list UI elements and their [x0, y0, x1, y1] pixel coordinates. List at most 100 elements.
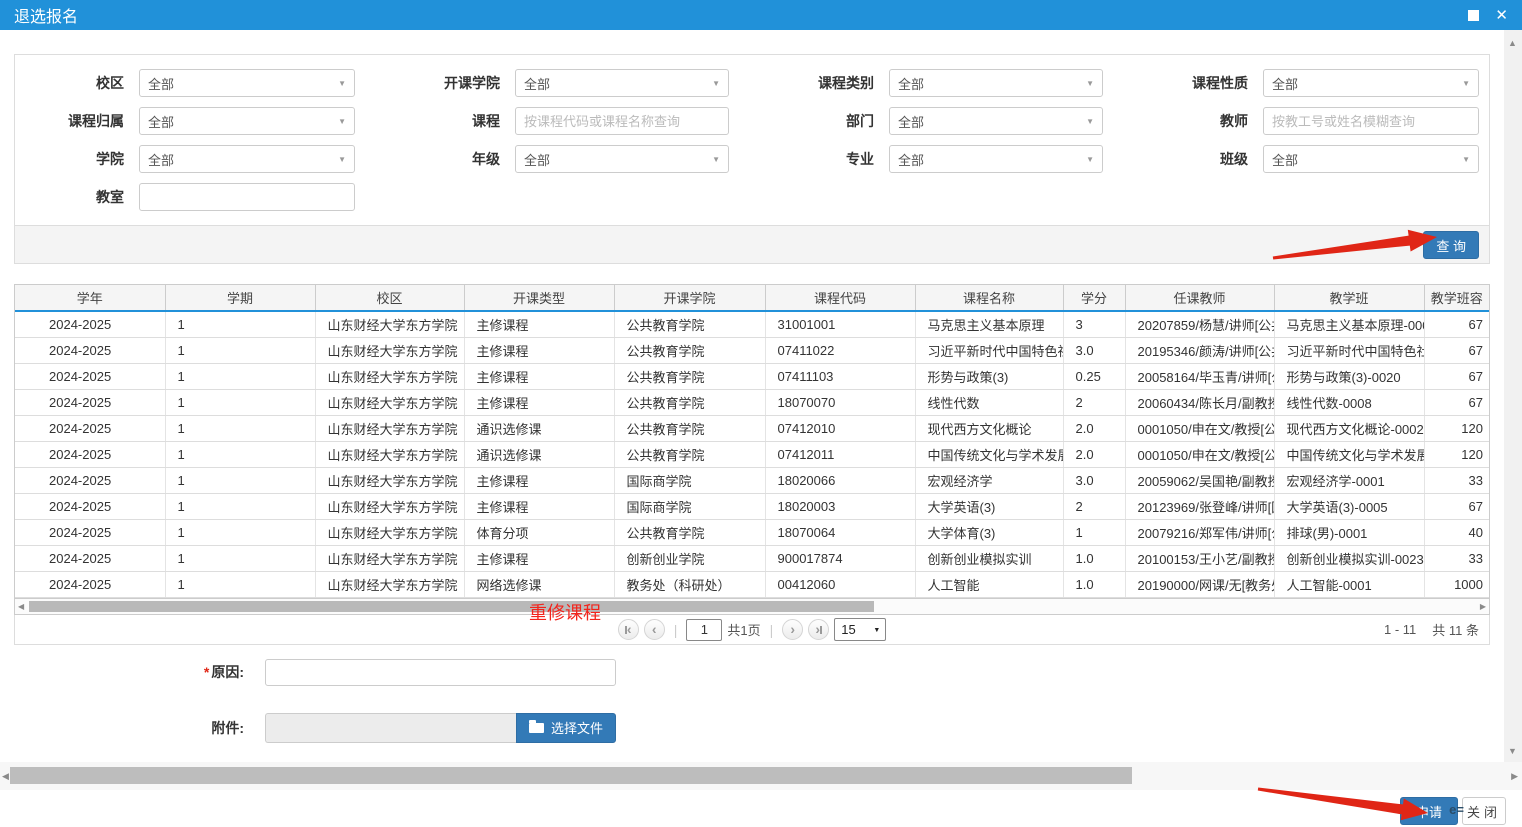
table-cell-xuefen: 2.0 — [1063, 441, 1125, 467]
filter-select-class[interactable]: 全部▼ — [1263, 145, 1479, 173]
filter-select-college[interactable]: 全部▼ — [139, 145, 355, 173]
folder-icon — [529, 723, 544, 733]
filter-input-course[interactable] — [515, 107, 729, 135]
table-cell-kcmc: 人工智能 — [915, 571, 1063, 597]
table-cell-xiaoqu: 山东财经大学东方学院 — [315, 415, 464, 441]
filter-label-grade: 年级 — [355, 149, 515, 169]
table-cell-kcdm: 07411022 — [765, 337, 915, 363]
column-header-xuenian[interactable]: 学年 — [15, 285, 165, 311]
grid-horizontal-scrollbar[interactable]: ◀ ▶ — [15, 598, 1489, 614]
table-row[interactable]: 2024-20251山东财经大学东方学院主修课程公共教育学院07411103形势… — [15, 363, 1489, 389]
table-cell-xuefen: 2 — [1063, 493, 1125, 519]
scroll-down-icon[interactable]: ▼ — [1508, 746, 1517, 756]
filter-select-major[interactable]: 全部▼ — [889, 145, 1103, 173]
table-cell-jxb: 大学英语(3)-0005 — [1274, 493, 1424, 519]
table-row[interactable]: 2024-20251山东财经大学东方学院通识选修课公共教育学院07412010现… — [15, 415, 1489, 441]
scroll-up-icon[interactable]: ▲ — [1508, 38, 1517, 48]
table-cell-rkjs: 20195346/颜涛/讲师[公共 — [1125, 337, 1274, 363]
filter-input-classroom[interactable] — [139, 183, 355, 211]
dialog-vertical-scrollbar[interactable]: ▲ ▼ — [1504, 30, 1522, 762]
choose-file-button[interactable]: 选择文件 — [516, 713, 616, 743]
table-cell-jxb: 排球(男)-0001 — [1274, 519, 1424, 545]
column-header-xiaoqu[interactable]: 校区 — [315, 285, 464, 311]
table-cell-rkjs: 20079216/郑军伟/讲师[公 — [1125, 519, 1274, 545]
chevron-down-icon: ▼ — [1462, 155, 1470, 164]
query-button[interactable]: 查 询 — [1423, 231, 1479, 259]
table-row[interactable]: 2024-20251山东财经大学东方学院主修课程公共教育学院18070070线性… — [15, 389, 1489, 415]
close-button[interactable]: 关闭 — [1462, 797, 1506, 825]
page-number-input[interactable] — [686, 619, 722, 641]
restore-icon[interactable] — [1468, 10, 1479, 21]
filter-select-grade[interactable]: 全部▼ — [515, 145, 729, 173]
table-cell-jxbrl: 120 — [1424, 441, 1489, 467]
filter-select-campus[interactable]: 全部▼ — [139, 69, 355, 97]
table-row[interactable]: 2024-20251山东财经大学东方学院体育分项公共教育学院18070064大学… — [15, 519, 1489, 545]
page-size-select[interactable]: 15 ▼ — [834, 618, 886, 641]
filter-select-value-course-category: 全部 — [898, 74, 924, 93]
table-cell-kklx: 通识选修课 — [464, 415, 614, 441]
pager-prev-button[interactable]: ‹ — [644, 619, 665, 640]
table-cell-xueqi: 1 — [165, 389, 315, 415]
table-cell-xueqi: 1 — [165, 467, 315, 493]
filter-select-offering-college[interactable]: 全部▼ — [515, 69, 729, 97]
filter-select-course-nature[interactable]: 全部▼ — [1263, 69, 1479, 97]
table-row[interactable]: 2024-20251山东财经大学东方学院主修课程公共教育学院07411022习近… — [15, 337, 1489, 363]
table-row[interactable]: 2024-20251山东财经大学东方学院主修课程创新创业学院900017874创… — [15, 545, 1489, 571]
table-cell-kklx: 主修课程 — [464, 337, 614, 363]
table-cell-rkjs: 0001050/申在文/教授[公 — [1125, 441, 1274, 467]
pager-first-button[interactable]: ‹ — [618, 619, 639, 640]
table-cell-kkxy: 公共教育学院 — [614, 311, 765, 337]
column-header-kcmc[interactable]: 课程名称 — [915, 285, 1063, 311]
table-cell-kklx: 主修课程 — [464, 545, 614, 571]
chevron-down-icon: ▼ — [338, 155, 346, 164]
table-cell-xiaoqu: 山东财经大学东方学院 — [315, 545, 464, 571]
table-cell-rkjs: 20207859/杨慧/讲师[公共 — [1125, 311, 1274, 337]
table-cell-xueqi: 1 — [165, 519, 315, 545]
grid-scrollbar-thumb[interactable] — [29, 601, 874, 612]
table-row[interactable]: 2024-20251山东财经大学东方学院主修课程国际商学院18020003大学英… — [15, 493, 1489, 519]
scroll-left-icon[interactable]: ◀ — [2, 771, 9, 782]
reason-input[interactable] — [265, 659, 616, 686]
column-header-kcdm[interactable]: 课程代码 — [765, 285, 915, 311]
filter-select-department[interactable]: 全部▼ — [889, 107, 1103, 135]
column-header-jxbrl[interactable]: 教学班容 — [1424, 285, 1489, 311]
table-cell-jxb: 习近平新时代中国特色社 — [1274, 337, 1424, 363]
pager-last-button[interactable]: › — [808, 619, 829, 640]
table-cell-kcmc: 中国传统文化与学术发展 — [915, 441, 1063, 467]
scroll-left-icon[interactable]: ◀ — [18, 602, 24, 611]
column-header-jxb[interactable]: 教学班 — [1274, 285, 1424, 311]
dialog-scrollbar-thumb[interactable] — [10, 767, 1132, 784]
filter-select-course-category[interactable]: 全部 ▼ — [889, 69, 1103, 97]
column-header-kklx[interactable]: 开课类型 — [464, 285, 614, 311]
table-cell-kklx: 通识选修课 — [464, 441, 614, 467]
filter-select-value-department: 全部 — [898, 112, 924, 131]
table-cell-kcdm: 07412011 — [765, 441, 915, 467]
table-cell-kkxy: 创新创业学院 — [614, 545, 765, 571]
table-row[interactable]: 2024-20251山东财经大学东方学院通识选修课公共教育学院07412011中… — [15, 441, 1489, 467]
column-header-xuefen[interactable]: 学分 — [1063, 285, 1125, 311]
scroll-right-icon[interactable]: ▶ — [1480, 602, 1486, 611]
filter-input-teacher[interactable] — [1263, 107, 1479, 135]
table-cell-xuefen: 2 — [1063, 389, 1125, 415]
dialog-horizontal-scrollbar[interactable]: ◀ ▶ — [0, 762, 1522, 790]
watermark: e= — [1449, 802, 1464, 817]
column-header-rkjs[interactable]: 任课教师 — [1125, 285, 1274, 311]
column-header-xueqi[interactable]: 学期 — [165, 285, 315, 311]
table-cell-xiaoqu: 山东财经大学东方学院 — [315, 493, 464, 519]
column-header-kkxy[interactable]: 开课学院 — [614, 285, 765, 311]
chevron-down-icon: ▼ — [1086, 79, 1094, 88]
table-cell-jxbrl: 33 — [1424, 467, 1489, 493]
table-cell-kcdm: 31001001 — [765, 311, 915, 337]
table-cell-jxbrl: 67 — [1424, 389, 1489, 415]
table-row[interactable]: 2024-20251山东财经大学东方学院网络选修课教务处（科研处）0041206… — [15, 571, 1489, 597]
table-cell-kcmc: 大学体育(3) — [915, 519, 1063, 545]
table-cell-kkxy: 公共教育学院 — [614, 441, 765, 467]
table-cell-xuefen: 3.0 — [1063, 337, 1125, 363]
table-cell-jxb: 线性代数-0008 — [1274, 389, 1424, 415]
table-row[interactable]: 2024-20251山东财经大学东方学院主修课程国际商学院18020066宏观经… — [15, 467, 1489, 493]
table-row[interactable]: 2024-20251山东财经大学东方学院主修课程公共教育学院31001001马克… — [15, 311, 1489, 337]
close-icon[interactable]: ✕ — [1495, 8, 1508, 23]
filter-select-course-attribution[interactable]: 全部▼ — [139, 107, 355, 135]
pager-next-button[interactable]: › — [782, 619, 803, 640]
scroll-right-icon[interactable]: ▶ — [1511, 771, 1518, 782]
